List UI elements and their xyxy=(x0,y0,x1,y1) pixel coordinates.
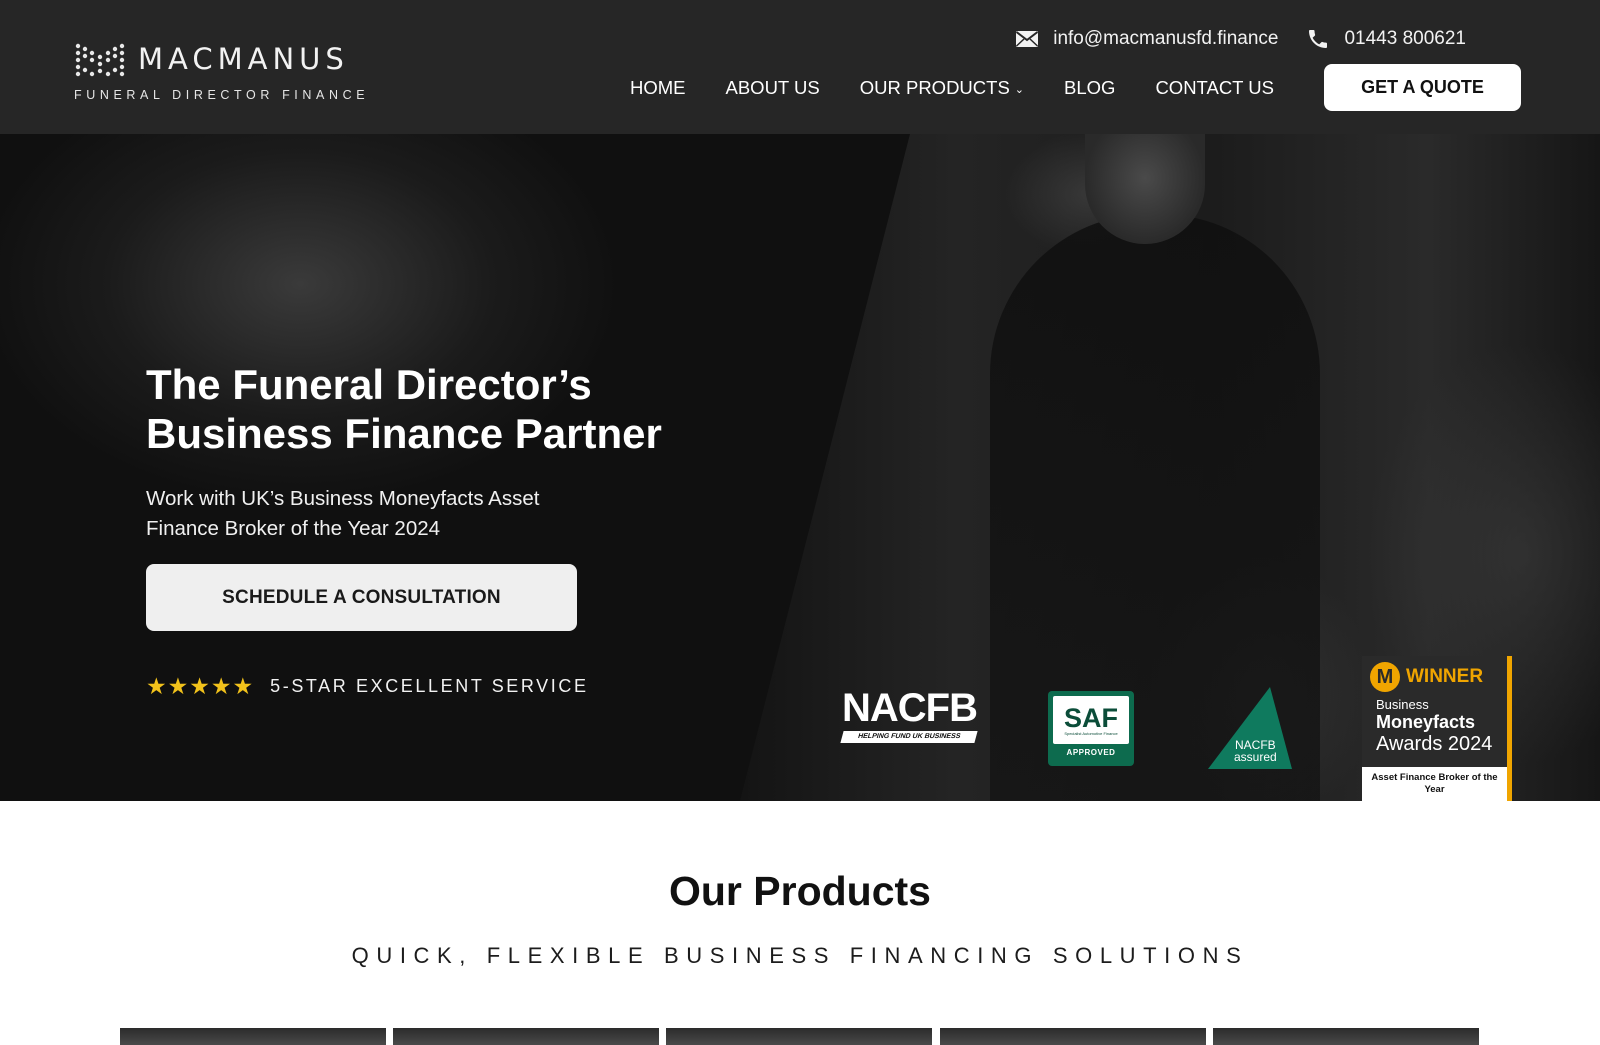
nav-products-label: OUR PRODUCTS xyxy=(859,77,1010,98)
nav-contact-label: CONTACT US xyxy=(1155,77,1274,98)
site-header: MACMANUS FUNERAL DIRECTOR FINANCE info@m… xyxy=(0,0,1600,134)
phone-link[interactable]: 01443 800621 xyxy=(1306,27,1466,51)
main-nav: HOME ABOUT US OUR PRODUCTS ⌄ BLOG CONTAC… xyxy=(630,64,1314,112)
award-header: M WINNER xyxy=(1362,656,1507,692)
hero-title-line1: The Funeral Director’s xyxy=(146,361,592,408)
product-card[interactable] xyxy=(120,1028,386,1045)
hero-title: The Funeral Director’s Business Finance … xyxy=(146,360,766,458)
envelope-icon xyxy=(1016,31,1039,47)
saf-badge-panel: SAF Specialist Automotive Finance xyxy=(1053,696,1129,744)
phone-text: 01443 800621 xyxy=(1344,28,1466,49)
moneyfacts-award-badge: M WINNER Business Moneyfacts Awards 2024… xyxy=(1362,656,1512,801)
nacfb-badge-title: NACFB xyxy=(842,686,978,730)
email-text: info@macmanusfd.finance xyxy=(1053,28,1279,49)
logo-name: MACMANUS xyxy=(138,42,349,76)
logo-mark-icon xyxy=(75,43,125,77)
nacfb-assured-badge: NACFB assured xyxy=(1208,687,1292,769)
product-card[interactable] xyxy=(666,1028,932,1045)
saf-badge-title: SAF xyxy=(1064,702,1118,733)
nav-about-us[interactable]: ABOUT US xyxy=(726,77,820,99)
products-subtitle: QUICK, FLEXIBLE BUSINESS FINANCING SOLUT… xyxy=(351,943,1249,968)
hero-section: The Funeral Director’s Business Finance … xyxy=(0,134,1600,801)
nav-home-label: HOME xyxy=(630,77,686,98)
hero-subtitle: Work with UK’s Business Moneyfacts Asset… xyxy=(146,487,540,540)
nav-blog-label: BLOG xyxy=(1064,77,1116,98)
chevron-down-icon: ⌄ xyxy=(1014,84,1025,96)
products-title: Our Products xyxy=(669,868,931,914)
star-rating-icons: ★★★★★ xyxy=(146,673,255,699)
moneyfacts-m-icon: M xyxy=(1370,662,1400,692)
nav-blog[interactable]: BLOG xyxy=(1064,77,1115,99)
email-link[interactable]: info@macmanusfd.finance xyxy=(1015,28,1278,50)
product-card[interactable] xyxy=(393,1028,659,1045)
product-card[interactable] xyxy=(1213,1028,1479,1045)
logo[interactable]: MACMANUS FUNERAL DIRECTOR FINANCE xyxy=(74,38,365,104)
award-line1: Business xyxy=(1376,697,1429,712)
logo-tagline: FUNERAL DIRECTOR FINANCE xyxy=(74,88,370,102)
hero-title-line2: Business Finance Partner xyxy=(146,410,662,457)
nacfb-badge: NACFB HELPING FUND UK BUSINESS xyxy=(840,686,978,745)
award-winner-label: WINNER xyxy=(1406,666,1484,687)
assured-line2: assured xyxy=(1234,750,1277,764)
get-a-quote-button[interactable]: GET A QUOTE xyxy=(1324,64,1521,111)
award-line3: Awards 2024 xyxy=(1376,733,1493,755)
saf-approved-badge: SAF Specialist Automotive Finance APPROV… xyxy=(1048,691,1134,766)
nav-our-products[interactable]: OUR PRODUCTS ⌄ xyxy=(860,77,1024,99)
nav-home[interactable]: HOME xyxy=(630,77,686,99)
assured-badge-text: NACFB assured xyxy=(1234,739,1277,763)
nav-contact-us[interactable]: CONTACT US xyxy=(1155,77,1274,99)
saf-badge-status: APPROVED xyxy=(1066,748,1116,757)
rating-row: ★★★★★ 5-STAR EXCELLENT SERVICE xyxy=(146,673,589,700)
nav-about-label: ABOUT US xyxy=(725,77,820,98)
contact-bar: info@macmanusfd.finance 01443 800621 xyxy=(1015,24,1466,54)
award-line2: Moneyfacts xyxy=(1376,712,1476,732)
nacfb-badge-tagline: HELPING FUND UK BUSINESS xyxy=(840,731,978,743)
rating-label: 5-STAR EXCELLENT SERVICE xyxy=(270,676,589,696)
award-footer: Asset Finance Broker of the Year xyxy=(1362,767,1507,801)
product-card[interactable] xyxy=(940,1028,1206,1045)
phone-icon xyxy=(1309,30,1328,48)
saf-badge-tagline: Specialist Automotive Finance xyxy=(1064,730,1118,736)
schedule-consultation-button[interactable]: SCHEDULE A CONSULTATION xyxy=(146,564,577,631)
